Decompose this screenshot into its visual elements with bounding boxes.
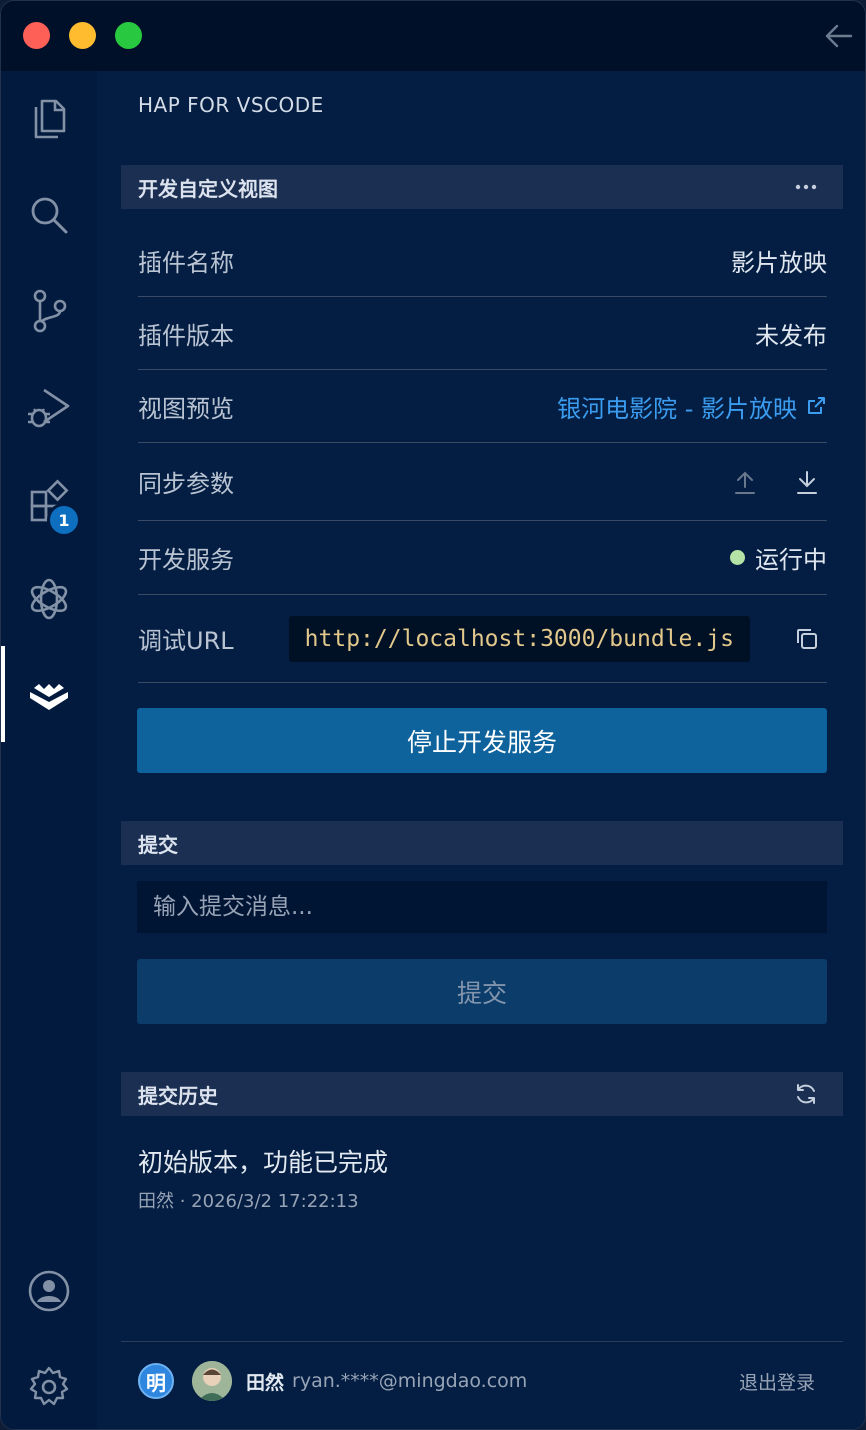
debug-url-row: 调试URL http://localhost:3000/bundle.js <box>138 595 827 683</box>
service-status-text: 运行中 <box>755 546 827 574</box>
ellipsis-icon[interactable] <box>793 174 819 200</box>
stop-dev-service-button[interactable]: 停止开发服务 <box>137 708 827 773</box>
extensions-badge: 1 <box>47 503 81 537</box>
run-debug-icon[interactable] <box>19 377 79 437</box>
view-preview-row: 视图预览 银河电影院 - 影片放映 <box>138 370 827 443</box>
footer-divider <box>121 1341 843 1342</box>
user-email: ryan.****@mingdao.com <box>292 1370 528 1392</box>
source-control-icon[interactable] <box>19 281 79 341</box>
plugin-version-value: 未发布 <box>755 321 827 350</box>
status-dot-icon <box>730 550 745 565</box>
account-footer: 明 田然 ryan.****@mingdao.com 退出登录 <box>138 1359 827 1403</box>
plugin-version-label: 插件版本 <box>138 321 234 350</box>
account-icon[interactable] <box>19 1261 79 1321</box>
debug-url-label: 调试URL <box>138 627 234 655</box>
activity-bar: 1 <box>1 71 97 1429</box>
plugin-version-row: 插件版本 未发布 <box>138 297 827 370</box>
dev-view-header-label: 开发自定义视图 <box>138 176 278 201</box>
copy-icon[interactable] <box>793 625 821 653</box>
refresh-icon[interactable] <box>793 1081 819 1107</box>
settings-gear-icon[interactable] <box>19 1357 79 1417</box>
user-name: 田然 <box>246 1371 285 1394</box>
avatar <box>192 1361 232 1401</box>
org-badge: 明 <box>138 1363 174 1399</box>
dev-service-row: 开发服务 运行中 <box>138 521 827 595</box>
commit-button[interactable]: 提交 <box>137 959 827 1024</box>
explorer-icon[interactable] <box>19 88 79 148</box>
commit-message-input[interactable] <box>137 881 827 933</box>
openai-icon[interactable] <box>19 569 79 629</box>
dev-view-header[interactable]: 开发自定义视图 <box>121 165 843 209</box>
view-preview-label: 视图预览 <box>138 394 234 423</box>
service-status: 运行中 <box>730 540 827 575</box>
plugin-name-value: 影片放映 <box>731 248 827 277</box>
commit-header-label: 提交 <box>138 832 178 857</box>
active-indicator <box>1 646 5 742</box>
commit-header[interactable]: 提交 <box>121 821 843 865</box>
sync-params-row: 同步参数 <box>138 443 827 521</box>
sync-params-label: 同步参数 <box>138 470 234 498</box>
minimize-window-button[interactable] <box>69 22 96 49</box>
dev-service-label: 开发服务 <box>138 546 234 574</box>
plugin-name-label: 插件名称 <box>138 248 234 277</box>
download-icon[interactable] <box>795 469 819 495</box>
title-bar <box>1 1 865 71</box>
hap-icon[interactable] <box>19 665 79 725</box>
search-icon[interactable] <box>19 185 79 245</box>
history-item-meta: 田然 · 2026/3/2 17:22:13 <box>138 1191 359 1212</box>
external-link-icon <box>808 397 825 414</box>
app-window: 1 HAP FOR VSCODE 开发自定义视图 插件名称 影片放映 插件版本 … <box>0 0 866 1430</box>
arrow-left-icon[interactable] <box>823 21 855 51</box>
close-window-button[interactable] <box>23 22 50 49</box>
plugin-name-row: 插件名称 影片放映 <box>138 224 827 297</box>
sidebar-panel: HAP FOR VSCODE 开发自定义视图 插件名称 影片放映 插件版本 未发… <box>97 71 865 1429</box>
logout-link[interactable]: 退出登录 <box>739 1368 815 1395</box>
upload-icon[interactable] <box>733 469 757 495</box>
history-item-title[interactable]: 初始版本，功能已完成 <box>138 1143 388 1179</box>
view-preview-link[interactable]: 银河电影院 - 影片放映 <box>557 389 827 424</box>
zoom-window-button[interactable] <box>115 22 142 49</box>
debug-url-value[interactable]: http://localhost:3000/bundle.js <box>288 615 750 662</box>
view-preview-link-text: 银河电影院 - 影片放映 <box>557 394 797 423</box>
commit-history-header-label: 提交历史 <box>138 1083 218 1108</box>
commit-history-header[interactable]: 提交历史 <box>121 1072 843 1116</box>
sidebar-title: HAP FOR VSCODE <box>138 93 324 117</box>
